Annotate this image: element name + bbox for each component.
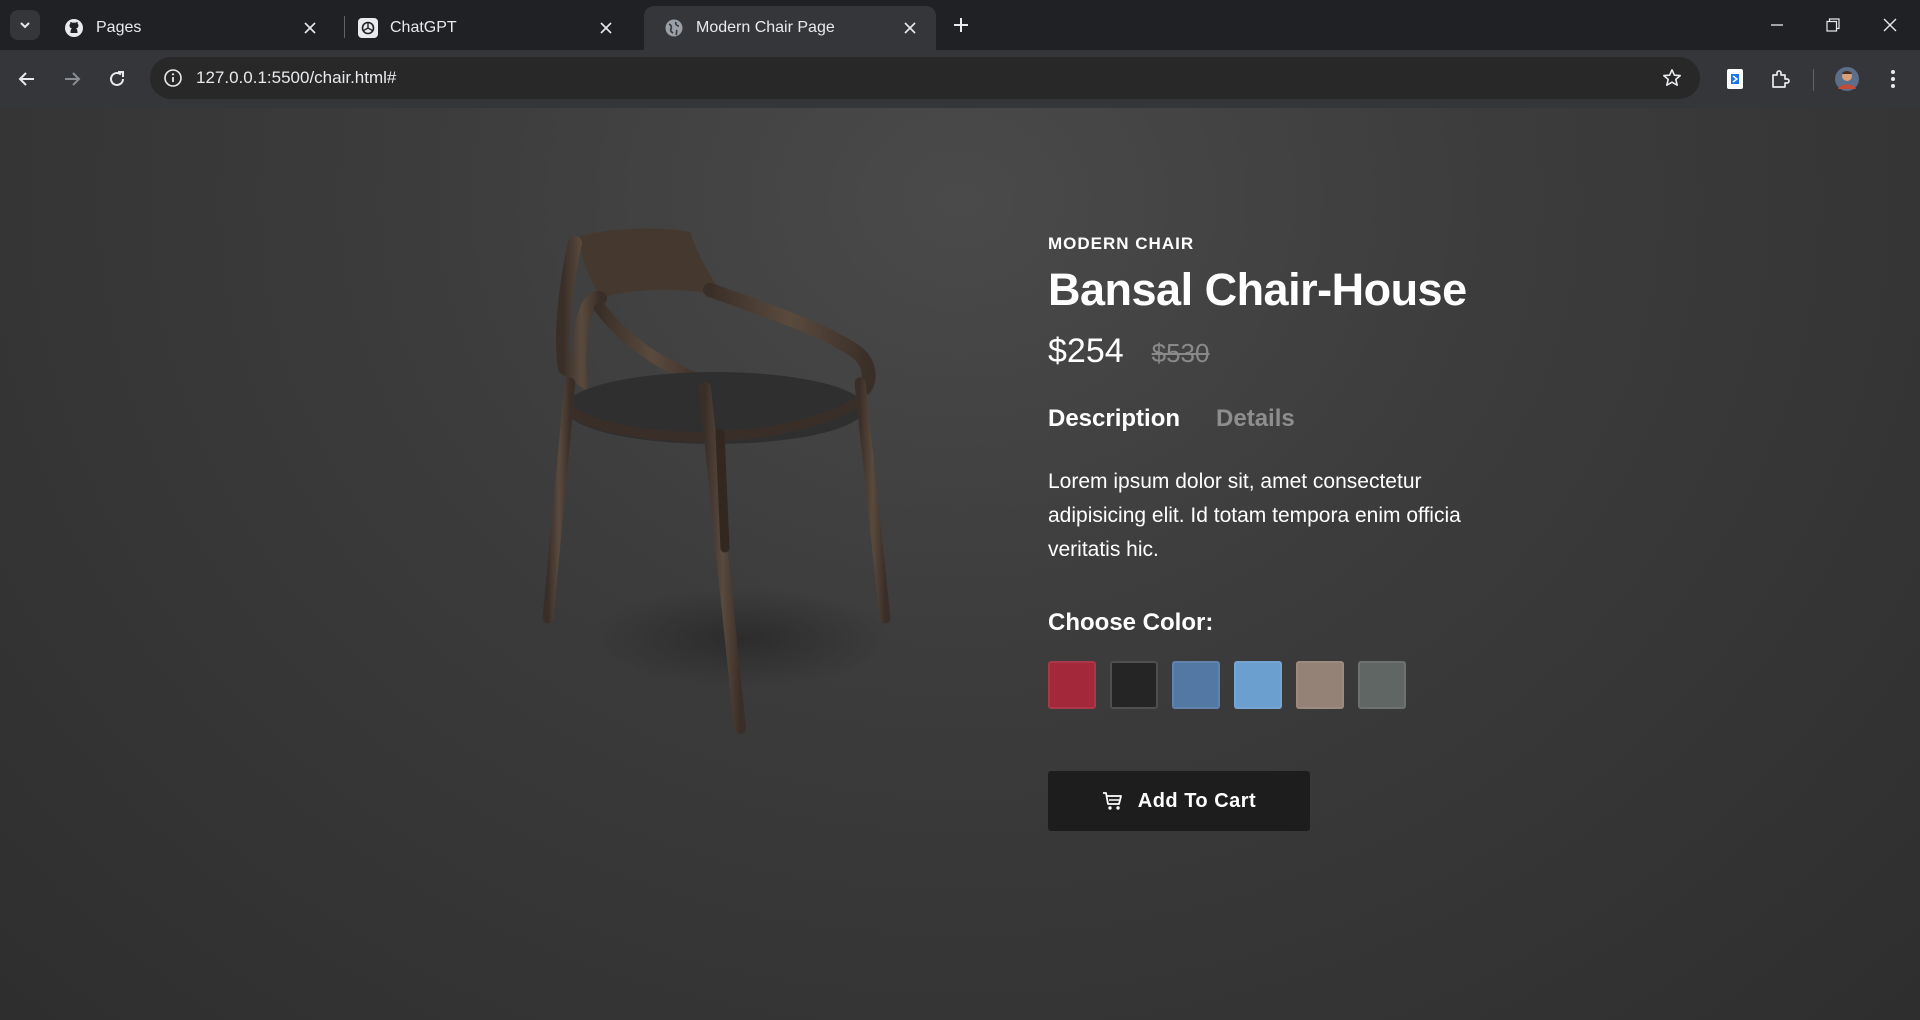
add-to-cart-label: Add To Cart: [1137, 789, 1257, 812]
minimize-icon: [1771, 24, 1783, 26]
reload-icon: [110, 71, 124, 86]
tab-title: Pages: [96, 19, 142, 36]
toolbar-divider: [1813, 69, 1814, 91]
swatch-red[interactable]: [1048, 661, 1096, 709]
close-icon[interactable]: [900, 18, 920, 38]
current-price: $254: [1048, 332, 1124, 370]
url-text[interactable]: 127.0.0.1:5500/chair.html#: [196, 68, 396, 88]
back-button[interactable]: [11, 63, 43, 95]
tab-description[interactable]: Description: [1048, 405, 1180, 433]
info-tabs: Description Details: [1048, 405, 1608, 433]
original-price: $530: [1151, 338, 1210, 368]
close-icon: [1883, 18, 1897, 32]
github-icon: [64, 18, 84, 38]
swatch-beige[interactable]: [1296, 661, 1344, 709]
site-info-icon[interactable]: [160, 65, 186, 91]
close-window-button[interactable]: [1870, 8, 1910, 42]
arrow-left-icon: [18, 72, 34, 86]
arrow-right-icon: [65, 72, 81, 86]
page-viewport: MODERN CHAIR Bansal Chair-House $254 $53…: [0, 108, 1920, 1020]
forward-button[interactable]: [56, 63, 88, 95]
swatch-grey-green[interactable]: [1358, 661, 1406, 709]
tab-modern-chair-page[interactable]: Modern Chair Page: [644, 6, 936, 50]
chair-product-image: [542, 228, 891, 734]
kebab-menu-icon[interactable]: [1879, 65, 1907, 93]
swatch-denim-blue[interactable]: [1172, 661, 1220, 709]
tab-title: ChatGPT: [390, 19, 457, 36]
extension-app-icon[interactable]: [1721, 65, 1749, 93]
add-to-cart-button[interactable]: Add To Cart: [1048, 771, 1310, 831]
globe-icon: [664, 18, 684, 38]
chevron-down-icon: [20, 22, 30, 29]
choose-color-label: Choose Color:: [1048, 609, 1214, 636]
reload-button[interactable]: [101, 63, 133, 95]
tab-details[interactable]: Details: [1216, 405, 1295, 433]
restore-button[interactable]: [1813, 8, 1853, 42]
restore-icon: [1826, 18, 1840, 32]
product-description: Lorem ipsum dolor sit, amet consectetur …: [1048, 470, 1461, 561]
product-info: MODERN CHAIR Bansal Chair-House $254 $53…: [1048, 234, 1608, 831]
minimize-button[interactable]: [1757, 8, 1797, 42]
new-tab-button[interactable]: [948, 12, 974, 38]
product-category: MODERN CHAIR: [1048, 234, 1195, 253]
close-icon[interactable]: [300, 18, 320, 38]
swatch-black[interactable]: [1110, 661, 1158, 709]
price-row: $254 $530: [1048, 332, 1608, 371]
bookmark-star-icon[interactable]: [1660, 66, 1684, 90]
plus-icon: [954, 18, 968, 32]
color-swatches: [1048, 661, 1608, 709]
extensions-puzzle-icon[interactable]: [1767, 65, 1795, 93]
shopping-cart-icon: [1102, 792, 1122, 810]
tab-title: Modern Chair Page: [696, 19, 835, 36]
product-title: Bansal Chair-House: [1048, 264, 1467, 315]
profile-avatar[interactable]: [1833, 65, 1861, 93]
address-bar[interactable]: 127.0.0.1:5500/chair.html#: [150, 57, 1700, 99]
swatch-light-blue[interactable]: [1234, 661, 1282, 709]
tab-pages[interactable]: Pages: [44, 6, 336, 50]
tab-chatgpt[interactable]: ChatGPT: [338, 6, 632, 50]
tab-strip: Pages ChatGPT Modern Chair Page: [0, 0, 1920, 50]
tab-search-button[interactable]: [10, 10, 40, 40]
close-icon[interactable]: [596, 18, 616, 38]
openai-icon: [358, 18, 378, 38]
browser-toolbar: 127.0.0.1:5500/chair.html#: [0, 50, 1920, 109]
